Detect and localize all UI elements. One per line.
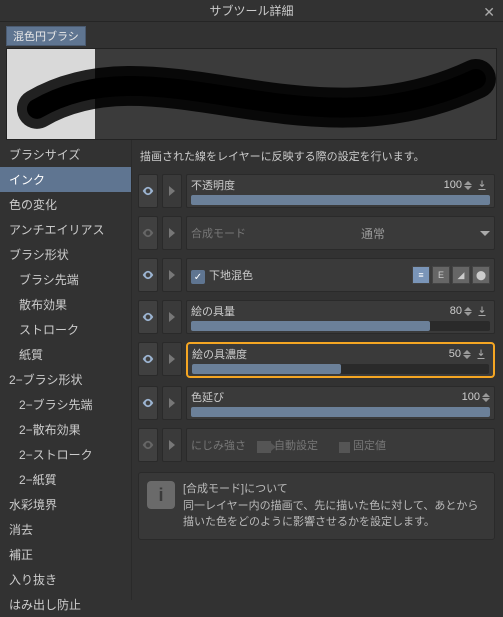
opacity-slider[interactable] xyxy=(191,195,490,205)
param-paint-density[interactable]: 絵の具濃度 50 xyxy=(186,342,495,378)
blend-label: 合成モード xyxy=(191,225,246,241)
sidebar-item-scatter[interactable]: 散布効果 xyxy=(0,292,131,317)
chevron-down-icon xyxy=(480,231,490,236)
param-opacity[interactable]: 不透明度 100 xyxy=(186,174,495,208)
info-icon: i xyxy=(147,481,175,509)
dynamics-icon[interactable] xyxy=(474,177,490,193)
sidebar-item-scatter-2[interactable]: 2−散布効果 xyxy=(0,417,131,442)
dynamics-toggle[interactable] xyxy=(162,174,182,208)
row-blend-mode: 合成モード 通常 xyxy=(138,216,495,250)
visibility-toggle[interactable] xyxy=(138,258,158,292)
info-title: [合成モード]について xyxy=(183,481,486,498)
color-stretch-slider[interactable] xyxy=(191,407,490,417)
param-color-stretch[interactable]: 色延び 100 xyxy=(186,386,495,420)
param-mix: 下地混色 ≡ E ◢ ⬤ xyxy=(186,258,495,292)
blend-dropdown[interactable]: 通常 xyxy=(266,225,490,242)
category-sidebar: ブラシサイズ インク 色の変化 アンチエイリアス ブラシ形状 ブラシ先端 散布効… xyxy=(0,140,132,600)
sidebar-item-correction[interactable]: 補正 xyxy=(0,542,131,567)
sidebar-item-color-change[interactable]: 色の変化 xyxy=(0,192,131,217)
paint-density-label: 絵の具濃度 xyxy=(192,346,449,362)
sidebar-item-antialias[interactable]: アンチエイリアス xyxy=(0,217,131,242)
info-text: [合成モード]について 同一レイヤー内の描画で、先に描いた色に対して、あとから描… xyxy=(183,481,486,531)
sidebar-item-brush-tip-2[interactable]: 2−ブラシ先端 xyxy=(0,392,131,417)
mix-checkbox[interactable] xyxy=(191,270,205,284)
spinner-icon[interactable] xyxy=(463,350,471,359)
dynamics-toggle[interactable] xyxy=(162,300,182,334)
sidebar-item-brush-tip[interactable]: ブラシ先端 xyxy=(0,267,131,292)
dynamics-icon[interactable] xyxy=(473,346,489,362)
row-paint-density: 絵の具濃度 50 xyxy=(138,342,495,378)
sidebar-item-stroke-2[interactable]: 2−ストローク xyxy=(0,442,131,467)
sidebar-item-brush-shape-2[interactable]: 2−ブラシ形状 xyxy=(0,367,131,392)
dynamics-icon[interactable] xyxy=(474,303,490,319)
color-stretch-label: 色延び xyxy=(191,389,462,405)
mix-mode-buttons: ≡ E ◢ ⬤ xyxy=(412,266,490,284)
row-mix: 下地混色 ≡ E ◢ ⬤ xyxy=(138,258,495,292)
sidebar-item-paper[interactable]: 紙質 xyxy=(0,342,131,367)
info-body: 同一レイヤー内の描画で、先に描いた色に対して、あとから描いた色をどのように影響さ… xyxy=(183,498,486,531)
sidebar-item-paper-2[interactable]: 2−紙質 xyxy=(0,467,131,492)
blur-label: にじみ強さ xyxy=(191,437,246,453)
main-panel: 描画された線をレイヤーに反映する際の設定を行います。 不透明度 100 合成モー… xyxy=(132,140,503,600)
visibility-toggle[interactable] xyxy=(138,216,158,250)
blur-fixed-label: 固定値 xyxy=(353,437,386,453)
visibility-toggle[interactable] xyxy=(138,174,158,208)
blend-value: 通常 xyxy=(266,225,480,242)
dynamics-toggle[interactable] xyxy=(162,216,182,250)
mix-mode-3[interactable]: ◢ xyxy=(452,266,470,284)
fixed-flag-icon[interactable] xyxy=(339,442,350,453)
spinner-icon[interactable] xyxy=(464,307,472,316)
dynamics-toggle[interactable] xyxy=(162,342,182,376)
sidebar-item-brush-size[interactable]: ブラシサイズ xyxy=(0,142,131,167)
paint-amount-label: 絵の具量 xyxy=(191,303,450,319)
info-box: i [合成モード]について 同一レイヤー内の描画で、先に描いた色に対して、あとか… xyxy=(138,472,495,540)
visibility-toggle[interactable] xyxy=(138,342,158,376)
visibility-toggle[interactable] xyxy=(138,300,158,334)
spinner-icon[interactable] xyxy=(464,181,472,190)
mix-label: 下地混色 xyxy=(209,267,412,283)
mix-mode-1[interactable]: ≡ xyxy=(412,266,430,284)
visibility-toggle[interactable] xyxy=(138,386,158,420)
color-stretch-value: 100 xyxy=(462,391,480,403)
visibility-toggle[interactable] xyxy=(138,428,158,462)
brush-preview xyxy=(6,48,497,140)
tool-tag[interactable]: 混色円ブラシ xyxy=(6,26,86,46)
window-title: サブツール詳細 xyxy=(209,2,293,19)
opacity-value: 100 xyxy=(444,179,462,191)
sidebar-item-brush-shape[interactable]: ブラシ形状 xyxy=(0,242,131,267)
sidebar-item-stroke[interactable]: ストローク xyxy=(0,317,131,342)
paint-amount-slider[interactable] xyxy=(191,321,490,331)
spinner-icon[interactable] xyxy=(482,393,490,402)
param-paint-amount[interactable]: 絵の具量 80 xyxy=(186,300,495,334)
opacity-label: 不透明度 xyxy=(191,177,444,193)
dynamics-toggle[interactable] xyxy=(162,258,182,292)
panel-description: 描画された線をレイヤーに反映する際の設定を行います。 xyxy=(140,148,495,164)
row-blur: にじみ強さ 自動設定 固定値 xyxy=(138,428,495,462)
sidebar-item-watercolor-edge[interactable]: 水彩境界 xyxy=(0,492,131,517)
row-paint-amount: 絵の具量 80 xyxy=(138,300,495,334)
close-icon[interactable]: ✕ xyxy=(483,4,495,21)
mix-mode-4[interactable]: ⬤ xyxy=(472,266,490,284)
mix-mode-2[interactable]: E xyxy=(432,266,450,284)
sidebar-item-overflow-prevent[interactable]: はみ出し防止 xyxy=(0,592,131,617)
param-blur-strength: にじみ強さ 自動設定 固定値 xyxy=(186,428,495,462)
auto-flag-icon[interactable] xyxy=(257,441,271,453)
row-color-stretch: 色延び 100 xyxy=(138,386,495,420)
dynamics-toggle[interactable] xyxy=(162,428,182,462)
paint-density-value: 50 xyxy=(449,348,461,360)
row-opacity: 不透明度 100 xyxy=(138,174,495,208)
sidebar-item-taper[interactable]: 入り抜き xyxy=(0,567,131,592)
param-blend-mode[interactable]: 合成モード 通常 xyxy=(186,216,495,250)
paint-density-slider[interactable] xyxy=(192,364,489,374)
tool-tag-row: 混色円ブラシ xyxy=(0,22,503,48)
title-bar: サブツール詳細 ✕ xyxy=(0,0,503,22)
dynamics-toggle[interactable] xyxy=(162,386,182,420)
paint-amount-value: 80 xyxy=(450,305,462,317)
sidebar-item-erase[interactable]: 消去 xyxy=(0,517,131,542)
sidebar-item-ink[interactable]: インク xyxy=(0,167,131,192)
blur-auto-label: 自動設定 xyxy=(274,437,318,453)
